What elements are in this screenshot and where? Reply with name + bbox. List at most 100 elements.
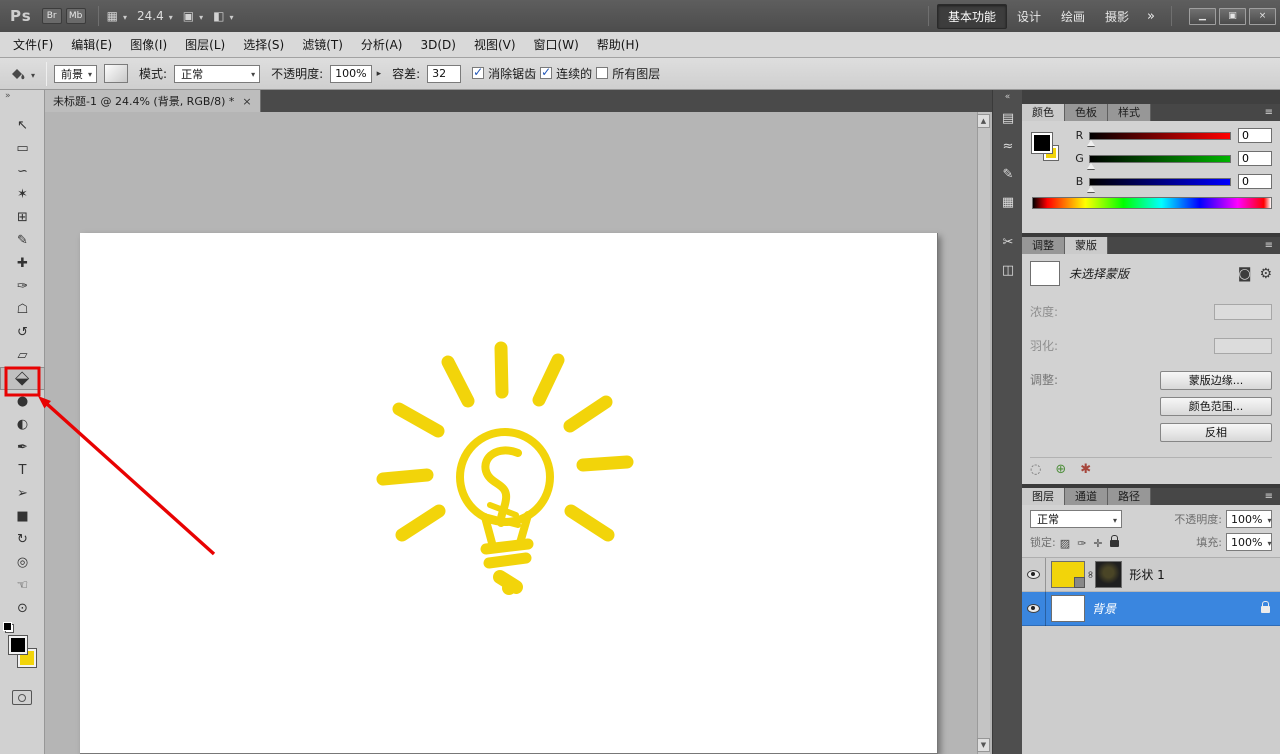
layers-opacity-input[interactable]: 100% xyxy=(1226,510,1272,528)
blur-tool[interactable]: ● xyxy=(0,390,45,413)
paint-bucket-tool[interactable]: ◪ xyxy=(0,367,45,390)
channel-slider[interactable] xyxy=(1087,177,1231,192)
menu-item-4[interactable]: 图层(L) xyxy=(176,32,234,58)
invert-button[interactable]: 反相 xyxy=(1160,423,1272,442)
menu-item-1[interactable]: 文件(F) xyxy=(4,32,62,58)
menu-item-6[interactable]: 滤镜(T) xyxy=(293,32,352,58)
layer-row[interactable]: 背景 xyxy=(1022,591,1280,626)
visibility-toggle[interactable] xyxy=(1022,591,1046,626)
slider-handle-icon[interactable] xyxy=(1087,162,1095,169)
masks-panel-menu-icon[interactable]: ≡ xyxy=(1258,237,1280,254)
blend-mode-select[interactable]: 正常 xyxy=(1030,510,1122,528)
workspace-button[interactable]: 设计 xyxy=(1007,5,1051,28)
delete-mask-icon[interactable]: ✱ xyxy=(1080,462,1091,477)
panel-icon-waves[interactable]: ≈ xyxy=(993,132,1023,160)
foreground-color-swatch[interactable] xyxy=(9,636,27,654)
move-tool[interactable]: ↖ xyxy=(0,114,45,137)
rect-marquee-tool[interactable]: ▭ xyxy=(0,137,45,160)
lasso-tool[interactable]: ∽ xyxy=(0,160,45,183)
add-vector-mask-icon[interactable]: ⚙ xyxy=(1259,266,1272,282)
menu-item-2[interactable]: 编辑(E) xyxy=(62,32,121,58)
color-range-button[interactable]: 颜色范围... xyxy=(1160,397,1272,416)
default-colors-icon[interactable] xyxy=(3,622,14,633)
color-panel-tab[interactable]: 颜色 xyxy=(1022,104,1065,121)
expand-panels-icon[interactable]: « xyxy=(993,90,1022,104)
layer-row[interactable]: ∞ 形状 1 xyxy=(1022,557,1280,592)
workspace-button[interactable]: 绘画 xyxy=(1051,5,1095,28)
mask-edge-button[interactable]: 蒙版边缘... xyxy=(1160,371,1272,390)
screen-mode-dropdown[interactable]: ◧ xyxy=(213,9,233,23)
option-checkbox-3[interactable]: 所有图层 xyxy=(596,65,660,82)
quick-selection-tool[interactable]: ✶ xyxy=(0,183,45,206)
lock-position-icon[interactable]: ✛ xyxy=(1093,537,1102,550)
lock-transparent-icon[interactable]: ▨ xyxy=(1060,537,1070,550)
option-checkbox-2[interactable]: 连续的 xyxy=(540,65,592,82)
vertical-scrollbar[interactable]: ▲ ▼ xyxy=(977,112,990,754)
history-brush-tool[interactable]: ↺ xyxy=(0,321,45,344)
document-canvas[interactable] xyxy=(80,233,938,754)
panel-foreground-swatch[interactable] xyxy=(1032,133,1052,153)
lock-image-icon[interactable]: ✑ xyxy=(1077,537,1086,550)
layers-panel-menu-icon[interactable]: ≡ xyxy=(1258,488,1280,505)
brush-tool[interactable]: ✑ xyxy=(0,275,45,298)
masks-panel-tab[interactable]: 蒙版 xyxy=(1065,237,1108,254)
quick-mask-button[interactable] xyxy=(12,690,32,705)
add-pixel-mask-icon[interactable]: ◙ xyxy=(1238,266,1252,282)
3d-rotate-tool[interactable]: ↻ xyxy=(0,528,45,551)
fill-preview-swatch[interactable] xyxy=(104,64,129,83)
dodge-tool[interactable]: ◐ xyxy=(0,413,45,436)
layers-panel-tab[interactable]: 通道 xyxy=(1065,488,1108,505)
color-panel-tab[interactable]: 色板 xyxy=(1065,104,1108,121)
workspace-button[interactable]: 摄影 xyxy=(1095,5,1139,28)
restore-button[interactable]: ▣ xyxy=(1219,7,1246,25)
opacity-input[interactable]: 100% xyxy=(330,64,372,83)
hand-tool[interactable]: ☜ xyxy=(0,574,45,597)
menu-item-8[interactable]: 3D(D) xyxy=(411,32,464,58)
menu-item-7[interactable]: 分析(A) xyxy=(352,32,412,58)
slider-handle-icon[interactable] xyxy=(1087,139,1095,146)
menu-item-10[interactable]: 窗口(W) xyxy=(525,32,588,58)
panel-icon-half-square[interactable]: ◫ xyxy=(993,256,1023,284)
layers-panel-tab[interactable]: 图层 xyxy=(1022,488,1065,505)
shape-tool[interactable]: ■ xyxy=(0,505,45,528)
menu-item-5[interactable]: 选择(S) xyxy=(234,32,293,58)
channel-slider[interactable] xyxy=(1087,131,1231,146)
scroll-up-icon[interactable]: ▲ xyxy=(977,114,990,128)
bridge-button[interactable]: Br xyxy=(41,8,62,24)
channel-value-input[interactable]: 0 xyxy=(1238,128,1272,143)
mode-select[interactable]: 正常 xyxy=(174,64,261,83)
pen-tool[interactable]: ✒ xyxy=(0,436,45,459)
panel-icon-grid[interactable]: ▦ xyxy=(993,188,1023,216)
menu-item-3[interactable]: 图像(I) xyxy=(121,32,176,58)
menu-item-11[interactable]: 帮助(H) xyxy=(588,32,648,58)
fill-source-select[interactable]: 前景 xyxy=(54,64,98,83)
visibility-toggle[interactable] xyxy=(1022,557,1046,592)
color-panel-menu-icon[interactable]: ≡ xyxy=(1258,104,1280,121)
zoom-tool[interactable]: ⊙ xyxy=(0,597,45,620)
layer-mask-thumbnail[interactable] xyxy=(1095,561,1123,588)
fill-input[interactable]: 100% xyxy=(1226,533,1272,551)
layers-panel-tab[interactable]: 路径 xyxy=(1108,488,1151,505)
view-extras-dropdown[interactable]: ▣ xyxy=(183,9,203,23)
workspace-button[interactable]: 基本功能 xyxy=(936,3,1007,29)
minimize-button[interactable]: ▁ xyxy=(1189,7,1216,25)
scroll-down-icon[interactable]: ▼ xyxy=(977,738,990,752)
apply-mask-icon[interactable]: ⊕ xyxy=(1055,462,1066,477)
color-spectrum[interactable] xyxy=(1032,197,1272,209)
clone-stamp-tool[interactable]: ☖ xyxy=(0,298,45,321)
masks-panel-tab[interactable]: 调整 xyxy=(1022,237,1065,254)
spot-healing-tool[interactable]: ✚ xyxy=(0,252,45,275)
mini-bridge-button[interactable]: Mb xyxy=(65,8,86,24)
layer-thumbnail[interactable] xyxy=(1051,561,1085,588)
load-selection-icon[interactable]: ◌ xyxy=(1030,462,1041,477)
layer-thumbnail[interactable] xyxy=(1051,595,1085,622)
color-panel-tab[interactable]: 样式 xyxy=(1108,104,1151,121)
workspace-overflow-button[interactable]: » xyxy=(1139,9,1163,24)
document-tab[interactable]: 未标题-1 @ 24.4% (背景, RGB/8) * × xyxy=(45,90,261,112)
tools-collapse-icon[interactable]: » xyxy=(0,90,44,102)
close-button[interactable]: × xyxy=(1249,7,1276,25)
3d-orbit-tool[interactable]: ◎ xyxy=(0,551,45,574)
slider-handle-icon[interactable] xyxy=(1087,185,1095,192)
eyedropper-tool[interactable]: ✎ xyxy=(0,229,45,252)
channel-value-input[interactable]: 0 xyxy=(1238,151,1272,166)
